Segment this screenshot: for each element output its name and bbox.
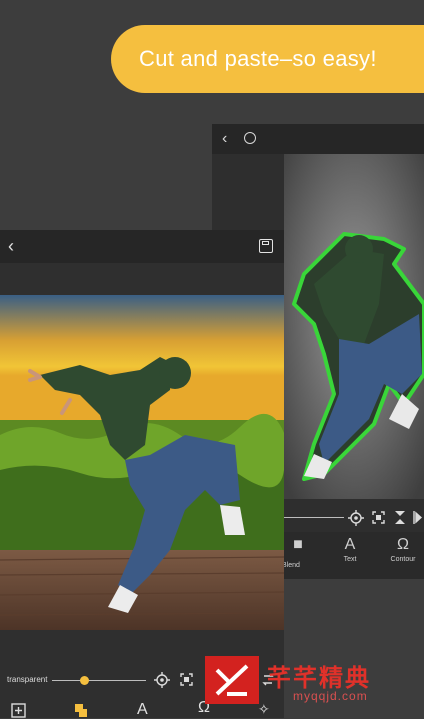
- tool-text[interactable]: A Text: [332, 536, 368, 563]
- tool-label: Contour: [390, 556, 416, 563]
- front-phone-screen: ‹ transparent A Ω ✧: [0, 230, 284, 718]
- flip-horizontal-icon[interactable]: [412, 510, 422, 525]
- front-screen-header: ‹: [0, 230, 284, 263]
- back-chevron-icon[interactable]: ‹: [222, 130, 227, 148]
- crosshair-icon[interactable]: [348, 510, 364, 526]
- watermark: 芊芊精典 myqqjd.com: [205, 656, 395, 708]
- tool-label: Text: [343, 556, 357, 563]
- back-slider-track[interactable]: [284, 517, 344, 518]
- add-image-icon[interactable]: [11, 703, 26, 718]
- watermark-subtitle: myqqjd.com: [293, 689, 368, 703]
- text-icon[interactable]: A: [137, 701, 148, 719]
- tool-blend[interactable]: ■ Blend: [282, 536, 310, 572]
- back-chevron-icon[interactable]: ‹: [8, 236, 14, 257]
- tool-label: Blend: [282, 562, 300, 569]
- layers-icon[interactable]: [74, 703, 88, 718]
- expand-icon[interactable]: [180, 673, 193, 686]
- back-tool-bar: ■ Blend A Text Ω Contour: [282, 532, 424, 579]
- banner-text: Cut and paste–so easy!: [139, 46, 377, 71]
- crosshair-icon[interactable]: [154, 672, 170, 688]
- transparency-label: transparent: [7, 675, 48, 684]
- back-slider-controls: [284, 504, 424, 532]
- text-icon: A: [344, 536, 356, 553]
- contour-icon: Ω: [397, 536, 409, 553]
- composited-photo: [0, 295, 284, 630]
- expand-icon[interactable]: [372, 511, 385, 524]
- flip-vertical-icon[interactable]: [394, 510, 406, 525]
- layers-icon: ■: [293, 536, 303, 553]
- transparency-slider[interactable]: [52, 676, 146, 685]
- cutout-photo: [284, 154, 424, 499]
- info-icon[interactable]: [244, 132, 256, 144]
- watermark-logo: [205, 656, 259, 704]
- back-screen-header: ‹: [212, 124, 424, 154]
- tool-contour[interactable]: Ω Contour: [382, 536, 424, 563]
- transparency-slider-knob[interactable]: [80, 676, 90, 685]
- promo-banner: Cut and paste–so easy!: [111, 25, 424, 93]
- watermark-title: 芊芊精典: [267, 665, 371, 692]
- save-icon[interactable]: [259, 239, 273, 253]
